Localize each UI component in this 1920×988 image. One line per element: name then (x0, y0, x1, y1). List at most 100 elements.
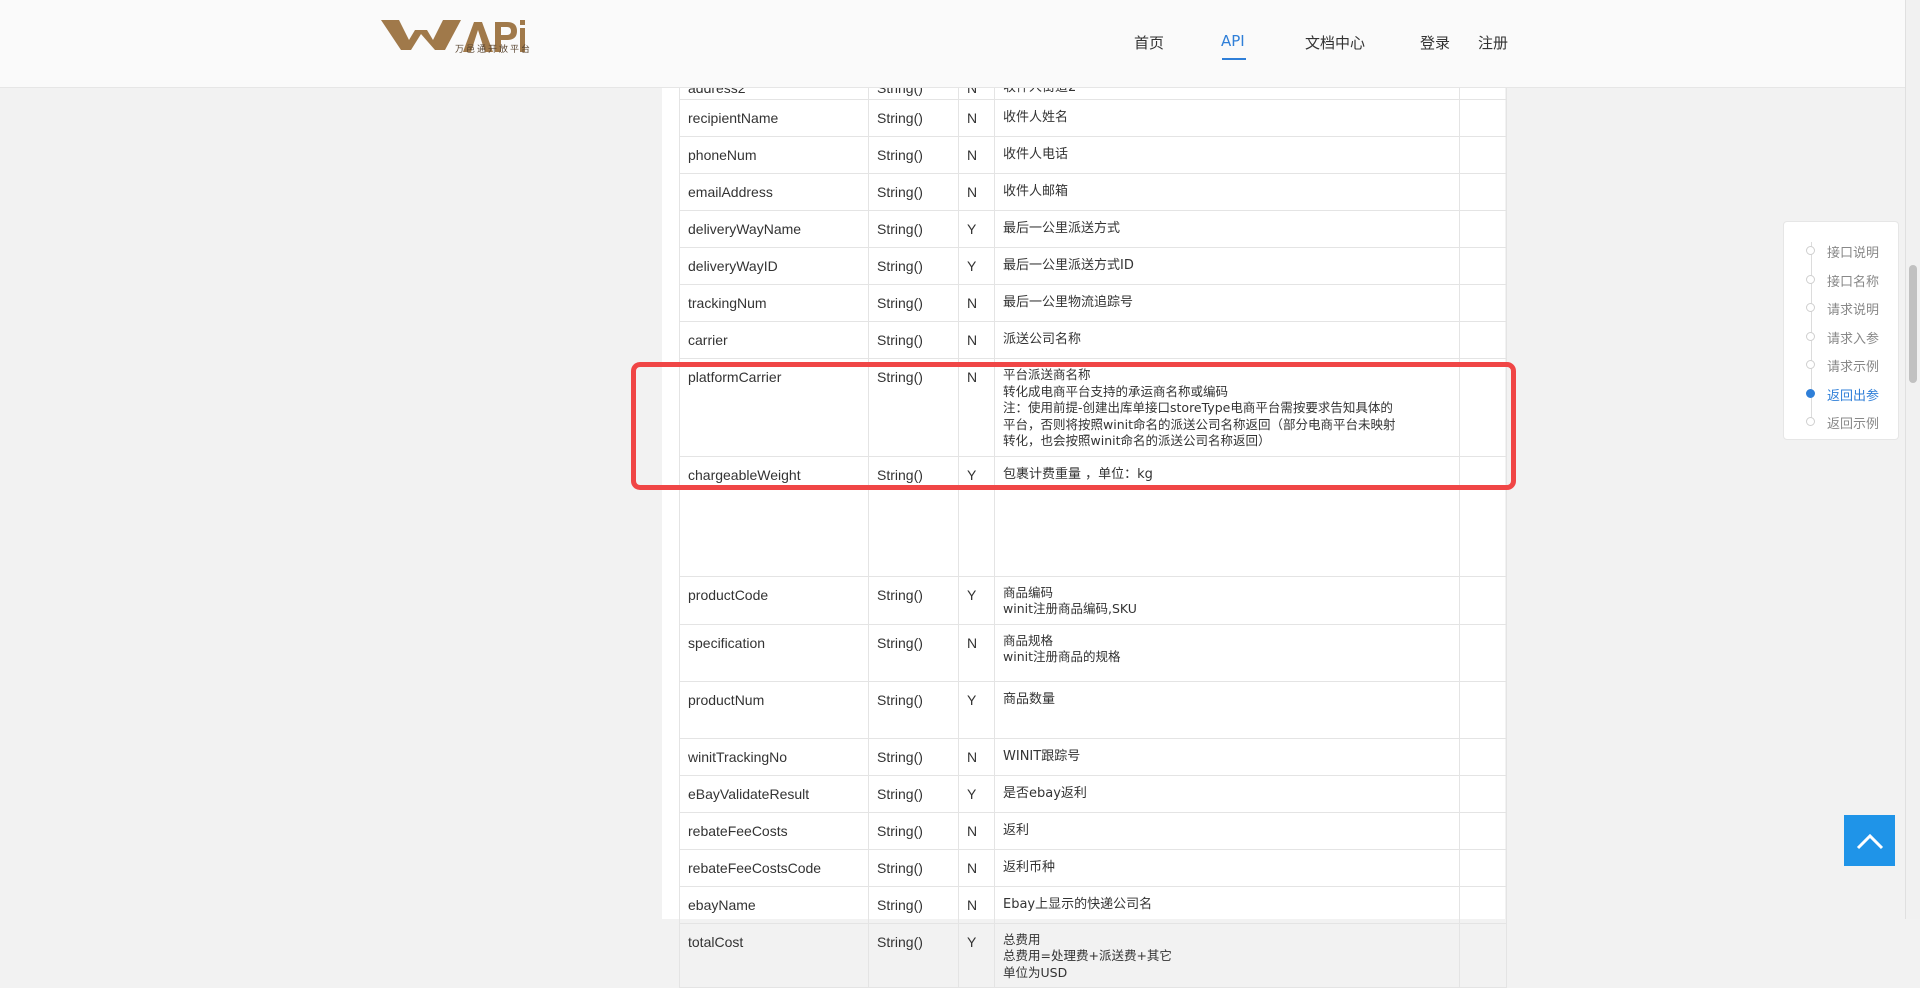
param-desc-line: 商品规格 (1003, 632, 1054, 648)
table-row: productNum String() Y 商品数量 (679, 680, 1507, 739)
table-row: platformCarrier String() N 平台派送商名称 转化成电商平台支持… (679, 358, 1507, 457)
toc-dot-icon (1806, 388, 1815, 398)
toc-item[interactable]: 请求入参 (1784, 328, 1898, 348)
param-extra-cell (1459, 99, 1507, 137)
param-type-cell: String() (868, 774, 959, 813)
table-row: chargeableWeight String() Y 包裹计费重量 ，单位：kg (679, 455, 1507, 577)
table-row: productCode String() Y 商品编码 winit注册商品编码,SKU (679, 575, 1507, 625)
table-row: trackingNum String() N 最后一公里物流追踪号 (679, 284, 1507, 322)
table-row: specification String() N 商品规格 winit注册商品的规格 (679, 623, 1507, 682)
param-type-cell: String() (868, 284, 959, 322)
response-params-table: address2String()N收件人街道2recipientNameStri… (679, 79, 1507, 988)
param-required-cell: N (958, 321, 995, 359)
param-desc-cell: 是否ebay返利 (994, 774, 1460, 813)
param-name-cell: phoneNum (679, 136, 869, 174)
param-type-cell: String() (868, 210, 959, 248)
nav-login[interactable]: 登录 (1420, 32, 1450, 53)
toc-item[interactable]: 返回示例 (1784, 413, 1898, 433)
param-required-cell: N (958, 284, 995, 322)
table-row: rebateFeeCosts String() N 返利 (679, 811, 1507, 850)
scrollbar-thumb[interactable] (1909, 265, 1917, 383)
param-extra-cell (1459, 358, 1507, 457)
param-extra-cell (1459, 811, 1507, 850)
param-extra-cell (1459, 575, 1507, 625)
param-extra-cell (1459, 210, 1507, 248)
param-required-cell: Y (958, 575, 995, 625)
page-scrollbar[interactable] (1905, 0, 1920, 919)
table-row: phoneNum String() N 收件人电话 (679, 136, 1507, 174)
param-required-cell: N (958, 885, 995, 924)
param-extra-cell (1459, 774, 1507, 813)
param-required-cell: N (958, 623, 995, 682)
table-row: carrier String() N 派送公司名称 (679, 321, 1507, 359)
nav-active-indicator (1222, 58, 1246, 60)
param-desc-cell: Ebay上显示的快递公司名 (994, 885, 1460, 924)
param-extra-cell (1459, 848, 1507, 887)
param-desc-cell: 派送公司名称 (994, 321, 1460, 359)
nav-docs[interactable]: 文档中心 (1305, 32, 1365, 53)
param-name-cell: chargeableWeight (679, 455, 869, 577)
param-required-cell: N (958, 737, 995, 776)
param-required-cell: N (958, 99, 995, 137)
param-type-cell: String() (868, 321, 959, 359)
table-row: totalCost String() Y 总费用 总费用=处理费+派送费+其它 单位为US… (679, 922, 1507, 988)
param-name-cell: deliveryWayID (679, 247, 869, 285)
table-row: rebateFeeCostsCode String() N 返利币种 (679, 848, 1507, 887)
toc-dot-icon (1806, 303, 1815, 312)
param-type-cell: String() (868, 811, 959, 850)
param-type-cell: String() (868, 358, 959, 457)
param-desc-line: 平台派送商名称 (1003, 367, 1091, 382)
param-type-cell: String() (868, 136, 959, 174)
param-required-cell: N (958, 358, 995, 457)
param-desc-cell: 返利币种 (994, 848, 1460, 887)
param-desc-line: 转化，也会按照winit命名的派送公司名称返回） (1003, 433, 1271, 448)
param-name-cell: rebateFeeCosts (679, 811, 869, 850)
nav-home[interactable]: 首页 (1134, 32, 1164, 53)
param-extra-cell (1459, 247, 1507, 285)
back-to-top-button[interactable] (1844, 815, 1895, 866)
param-name-cell: recipientName (679, 99, 869, 137)
param-extra-cell (1459, 284, 1507, 322)
param-desc-line: 注：使用前提-创建出库单接口storeType电商平台需按要求告知具体的 (1003, 400, 1393, 415)
chevron-up-icon (1856, 833, 1883, 849)
param-name-cell: carrier (679, 321, 869, 359)
param-required-cell: N (958, 811, 995, 850)
toc-item[interactable]: 接口说明 (1784, 242, 1898, 262)
param-name-cell: emailAddress (679, 173, 869, 211)
param-name-cell: rebateFeeCostsCode (679, 848, 869, 887)
param-name-cell: productCode (679, 575, 869, 625)
toc-item[interactable]: 接口名称 (1784, 271, 1898, 291)
param-name-cell: trackingNum (679, 284, 869, 322)
param-type-cell: String() (868, 848, 959, 887)
toc-item[interactable]: 请求说明 (1784, 299, 1898, 319)
table-row: ebayName String() N Ebay上显示的快递公司名 (679, 885, 1507, 924)
param-name-cell: winitTrackingNo (679, 737, 869, 776)
param-desc-cell: 最后一公里派送方式ID (994, 247, 1460, 285)
param-desc-cell: 最后一公里物流追踪号 (994, 284, 1460, 322)
param-type-cell: String() (868, 737, 959, 776)
param-desc-cell: 包裹计费重量 ，单位：kg (994, 455, 1460, 577)
param-type-cell: String() (868, 455, 959, 577)
toc-item-label: 返回出参 (1827, 388, 1880, 404)
param-name-cell: productNum (679, 680, 869, 739)
param-extra-cell (1459, 136, 1507, 174)
param-desc-cell: 收件人邮箱 (994, 173, 1460, 211)
param-required-cell: Y (958, 455, 995, 577)
param-extra-cell (1459, 885, 1507, 924)
nav-api[interactable]: API (1221, 32, 1245, 50)
table-row: deliveryWayID String() Y 最后一公里派送方式ID (679, 247, 1507, 285)
param-required-cell: N (958, 136, 995, 174)
param-required-cell: Y (958, 210, 995, 248)
param-desc-line: winit注册商品的规格 (1003, 649, 1121, 664)
param-extra-cell (1459, 680, 1507, 739)
toc-item[interactable]: 请求示例 (1784, 356, 1898, 376)
param-required-cell: Y (958, 922, 995, 988)
param-desc-line: 单位为USD (1003, 964, 1068, 980)
toc-dot-icon (1806, 274, 1815, 284)
toc-item-label: 返回示例 (1827, 417, 1880, 432)
param-extra-cell (1459, 455, 1507, 577)
nav-register[interactable]: 注册 (1478, 32, 1508, 53)
toc-item[interactable]: 返回出参 (1784, 385, 1898, 405)
param-desc-line: 总费用 (1003, 931, 1041, 947)
toc-item-label: 接口说明 (1827, 246, 1880, 261)
